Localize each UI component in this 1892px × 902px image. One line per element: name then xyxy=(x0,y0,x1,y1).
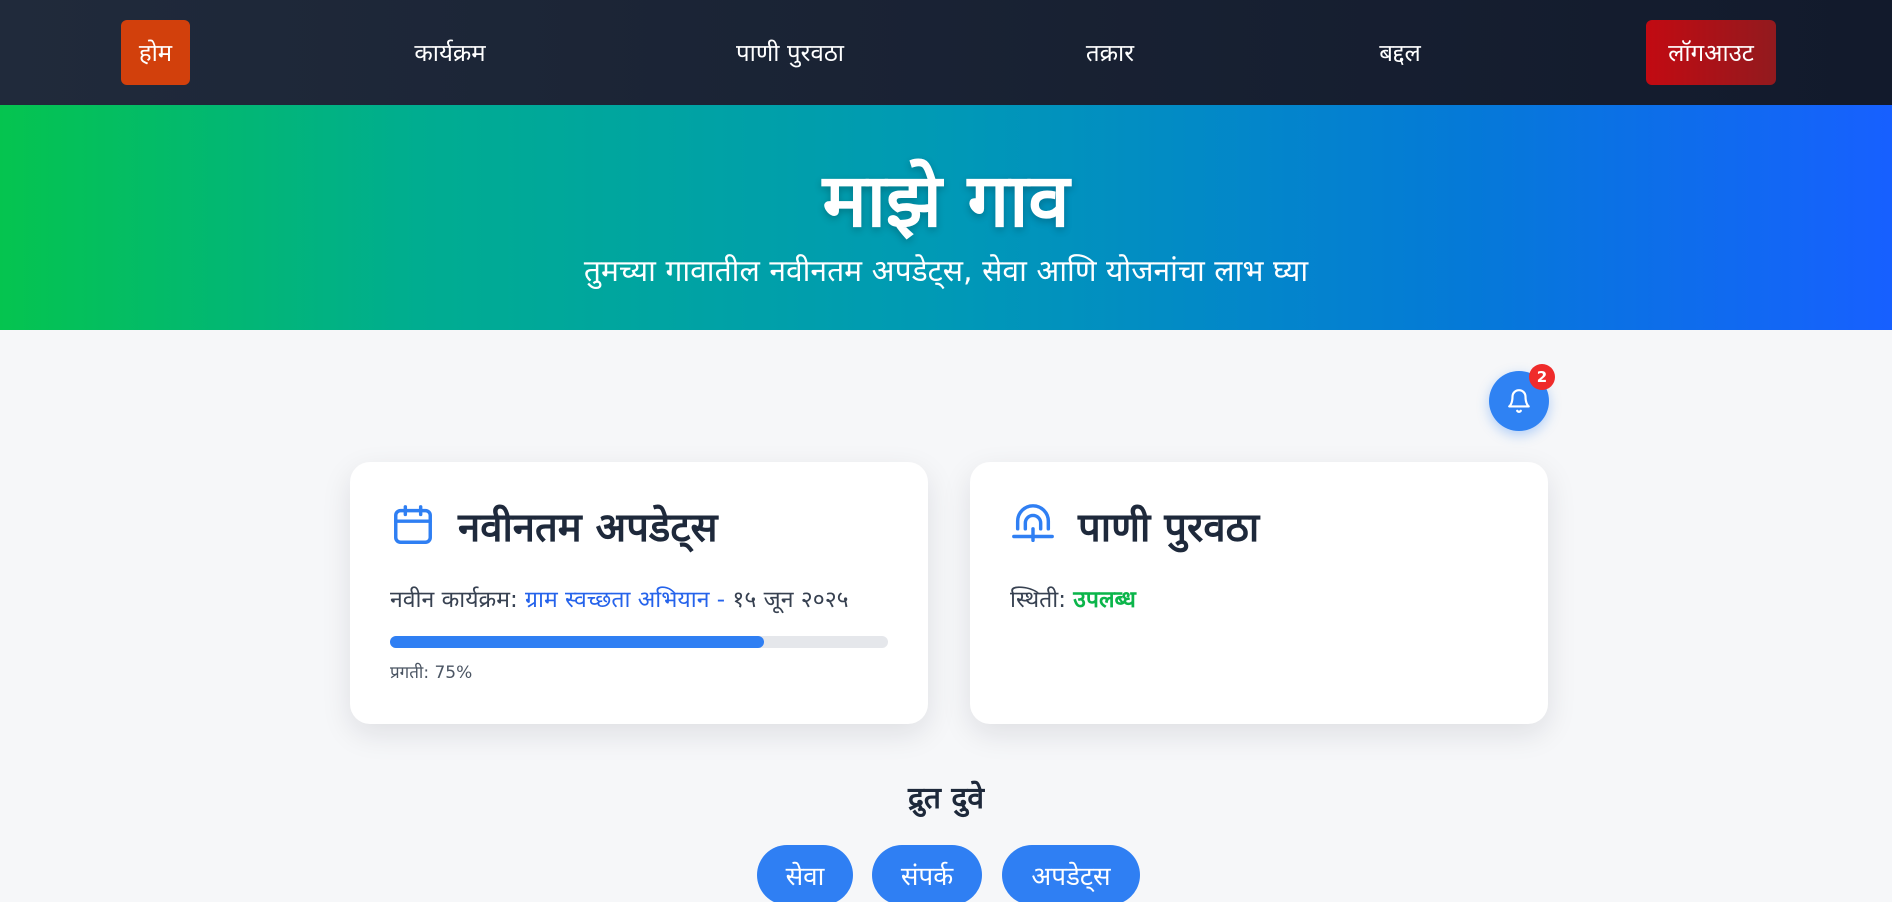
quick-link-contact-button[interactable]: संपर्क xyxy=(872,845,982,902)
water-tap-icon xyxy=(1012,504,1054,543)
logout-button[interactable]: लॉगआउट xyxy=(1646,20,1776,85)
nav-programs-link[interactable]: कार्यक्रम xyxy=(390,0,510,105)
quick-link-services-button[interactable]: सेवा xyxy=(757,845,853,902)
program-date: १५ जून २०२५ xyxy=(732,587,849,613)
program-link[interactable]: ग्राम स्वच्छता अभियान xyxy=(525,587,709,613)
nav-water-supply-link[interactable]: पाणी पुरवठा xyxy=(715,0,865,105)
bell-icon xyxy=(1508,389,1530,413)
top-navbar: होम कार्यक्रम पाणी पुरवठा तक्रार बद्दल ल… xyxy=(0,0,1892,105)
nav-complaint-link[interactable]: तक्रार xyxy=(1060,0,1160,105)
status-prefix: स्थिती: xyxy=(1010,587,1074,613)
water-supply-card: पाणी पुरवठा स्थिती: उपलब्ध xyxy=(970,462,1548,724)
hero-subtitle: तुमच्या गावातील नवीनतम अपडेट्स, सेवा आणि… xyxy=(583,254,1309,289)
notification-count-badge: 2 xyxy=(1529,364,1555,390)
nav-home-button[interactable]: होम xyxy=(121,20,190,85)
nav-about-link[interactable]: बद्दल xyxy=(1350,0,1450,105)
card-header: नवीनतम अपडेट्स xyxy=(390,500,718,551)
progress-label: प्रगती: 75% xyxy=(390,663,473,683)
program-separator: - xyxy=(709,587,733,613)
progress-bar-fill xyxy=(390,636,764,648)
card-title: पाणी पुरवठा xyxy=(1078,504,1260,551)
water-status-value: उपलब्ध xyxy=(1073,587,1136,613)
water-status-line: स्थिती: उपलब्ध xyxy=(1010,582,1136,614)
calendar-icon xyxy=(394,505,432,544)
new-program-prefix: नवीन कार्यक्रम: xyxy=(390,587,526,613)
card-header: पाणी पुरवठा xyxy=(1010,500,1260,551)
progress-bar xyxy=(390,636,888,648)
new-program-line: नवीन कार्यक्रम: ग्राम स्वच्छता अभियान - … xyxy=(390,582,849,614)
hero-banner: माझे गाव तुमच्या गावातील नवीनतम अपडेट्स,… xyxy=(0,105,1892,330)
hero-title: माझे गाव xyxy=(822,158,1070,244)
quick-link-updates-button[interactable]: अपडेट्स xyxy=(1002,845,1140,902)
latest-updates-card: नवीनतम अपडेट्स नवीन कार्यक्रम: ग्राम स्व… xyxy=(350,462,928,724)
card-title: नवीनतम अपडेट्स xyxy=(458,504,718,551)
quick-links-title: द्रुत दुवे xyxy=(907,781,985,816)
